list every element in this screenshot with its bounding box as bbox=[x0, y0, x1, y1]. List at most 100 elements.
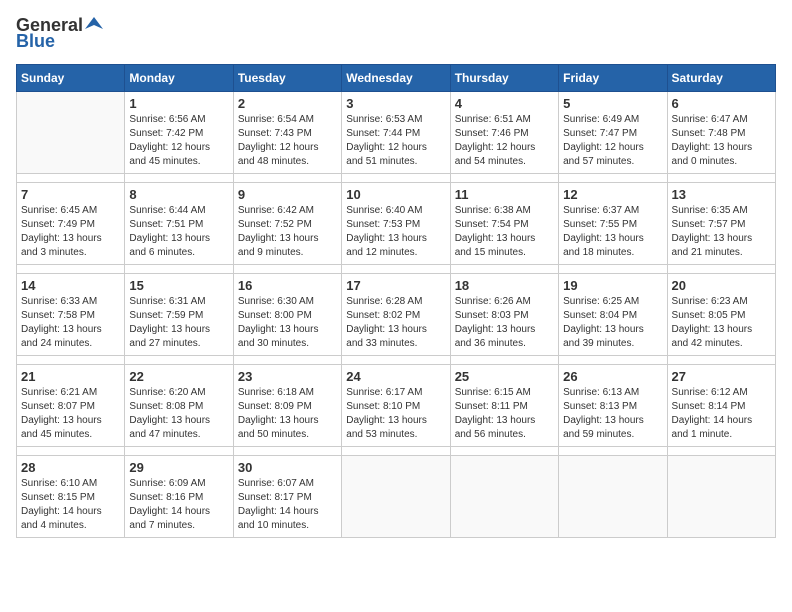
calendar-cell: 25 Sunrise: 6:15 AM Sunset: 8:11 PM Dayli… bbox=[450, 364, 558, 446]
calendar-cell bbox=[342, 455, 450, 537]
calendar-table: SundayMondayTuesdayWednesdayThursdayFrid… bbox=[16, 64, 776, 538]
day-info: Sunrise: 6:40 AM Sunset: 7:53 PM Dayligh… bbox=[346, 204, 445, 260]
day-number: 23 bbox=[238, 369, 337, 384]
calendar-cell: 6 Sunrise: 6:47 AM Sunset: 7:48 PM Daylig… bbox=[667, 91, 775, 173]
header-sunday: Sunday bbox=[17, 64, 125, 91]
day-info: Sunrise: 6:42 AM Sunset: 7:52 PM Dayligh… bbox=[238, 204, 337, 260]
day-info: Sunrise: 6:37 AM Sunset: 7:55 PM Dayligh… bbox=[563, 204, 662, 260]
day-number: 26 bbox=[563, 369, 662, 384]
calendar-week-row: 28Sunrise: 6:10 AM Sunset: 8:15 PM Dayli… bbox=[17, 455, 776, 537]
day-info: Sunrise: 6:44 AM Sunset: 7:51 PM Dayligh… bbox=[129, 204, 228, 260]
header-saturday: Saturday bbox=[667, 64, 775, 91]
day-number: 2 bbox=[238, 96, 337, 111]
calendar-cell: 19Sunrise: 6:25 AM Sunset: 8:04 PM Dayli… bbox=[559, 273, 667, 355]
header-thursday: Thursday bbox=[450, 64, 558, 91]
day-number: 8 bbox=[129, 187, 228, 202]
calendar-cell bbox=[450, 455, 558, 537]
day-info: Sunrise: 6:13 AM Sunset: 8:13 PM Dayligh… bbox=[563, 386, 662, 442]
calendar-cell: 13Sunrise: 6:35 AM Sunset: 7:57 PM Dayli… bbox=[667, 182, 775, 264]
day-number: 17 bbox=[346, 278, 445, 293]
day-number: 27 bbox=[672, 369, 771, 384]
header-friday: Friday bbox=[559, 64, 667, 91]
row-separator bbox=[17, 264, 776, 273]
calendar-cell: 29 Sunrise: 6:09 AM Sunset: 8:16 PM Dayli… bbox=[125, 455, 233, 537]
day-number: 6 bbox=[672, 96, 771, 111]
calendar-cell: 18 Sunrise: 6:26 AM Sunset: 8:03 PM Dayli… bbox=[450, 273, 558, 355]
logo: General Blue bbox=[16, 16, 103, 52]
calendar-cell bbox=[667, 455, 775, 537]
day-number: 3 bbox=[346, 96, 445, 111]
calendar-week-row: 1 Sunrise: 6:56 AM Sunset: 7:42 PM Daylig… bbox=[17, 91, 776, 173]
day-number: 29 bbox=[129, 460, 228, 475]
day-number: 21 bbox=[21, 369, 120, 384]
calendar-cell: 3Sunrise: 6:53 AM Sunset: 7:44 PM Daylig… bbox=[342, 91, 450, 173]
day-number: 13 bbox=[672, 187, 771, 202]
day-info: Sunrise: 6:12 AM Sunset: 8:14 PM Dayligh… bbox=[672, 386, 771, 442]
calendar-week-row: 14Sunrise: 6:33 AM Sunset: 7:58 PM Dayli… bbox=[17, 273, 776, 355]
calendar-week-row: 21 Sunrise: 6:21 AM Sunset: 8:07 PM Dayli… bbox=[17, 364, 776, 446]
calendar-cell: 28Sunrise: 6:10 AM Sunset: 8:15 PM Dayli… bbox=[17, 455, 125, 537]
calendar-cell: 1 Sunrise: 6:56 AM Sunset: 7:42 PM Daylig… bbox=[125, 91, 233, 173]
calendar-cell bbox=[559, 455, 667, 537]
day-info: Sunrise: 6:07 AM Sunset: 8:17 PM Dayligh… bbox=[238, 477, 337, 533]
day-number: 15 bbox=[129, 278, 228, 293]
day-info: Sunrise: 6:51 AM Sunset: 7:46 PM Dayligh… bbox=[455, 113, 554, 169]
day-number: 25 bbox=[455, 369, 554, 384]
day-number: 24 bbox=[346, 369, 445, 384]
calendar-cell: 2 Sunrise: 6:54 AM Sunset: 7:43 PM Daylig… bbox=[233, 91, 341, 173]
day-info: Sunrise: 6:15 AM Sunset: 8:11 PM Dayligh… bbox=[455, 386, 554, 442]
calendar-cell bbox=[17, 91, 125, 173]
calendar-cell: 10 Sunrise: 6:40 AM Sunset: 7:53 PM Dayli… bbox=[342, 182, 450, 264]
header-wednesday: Wednesday bbox=[342, 64, 450, 91]
calendar-cell: 20 Sunrise: 6:23 AM Sunset: 8:05 PM Dayli… bbox=[667, 273, 775, 355]
calendar-week-row: 7Sunrise: 6:45 AM Sunset: 7:49 PM Daylig… bbox=[17, 182, 776, 264]
day-info: Sunrise: 6:30 AM Sunset: 8:00 PM Dayligh… bbox=[238, 295, 337, 351]
day-info: Sunrise: 6:33 AM Sunset: 7:58 PM Dayligh… bbox=[21, 295, 120, 351]
calendar-cell: 7Sunrise: 6:45 AM Sunset: 7:49 PM Daylig… bbox=[17, 182, 125, 264]
day-info: Sunrise: 6:23 AM Sunset: 8:05 PM Dayligh… bbox=[672, 295, 771, 351]
logo-bird-icon bbox=[85, 15, 103, 33]
calendar-cell: 24 Sunrise: 6:17 AM Sunset: 8:10 PM Dayli… bbox=[342, 364, 450, 446]
day-info: Sunrise: 6:54 AM Sunset: 7:43 PM Dayligh… bbox=[238, 113, 337, 169]
day-info: Sunrise: 6:20 AM Sunset: 8:08 PM Dayligh… bbox=[129, 386, 228, 442]
logo-blue-text: Blue bbox=[16, 32, 103, 52]
day-info: Sunrise: 6:45 AM Sunset: 7:49 PM Dayligh… bbox=[21, 204, 120, 260]
day-info: Sunrise: 6:09 AM Sunset: 8:16 PM Dayligh… bbox=[129, 477, 228, 533]
calendar-cell: 21 Sunrise: 6:21 AM Sunset: 8:07 PM Dayli… bbox=[17, 364, 125, 446]
day-info: Sunrise: 6:26 AM Sunset: 8:03 PM Dayligh… bbox=[455, 295, 554, 351]
header-tuesday: Tuesday bbox=[233, 64, 341, 91]
calendar-cell: 11 Sunrise: 6:38 AM Sunset: 7:54 PM Dayli… bbox=[450, 182, 558, 264]
calendar-cell: 23 Sunrise: 6:18 AM Sunset: 8:09 PM Dayli… bbox=[233, 364, 341, 446]
day-info: Sunrise: 6:47 AM Sunset: 7:48 PM Dayligh… bbox=[672, 113, 771, 169]
day-number: 18 bbox=[455, 278, 554, 293]
calendar-cell: 9 Sunrise: 6:42 AM Sunset: 7:52 PM Daylig… bbox=[233, 182, 341, 264]
calendar-cell: 26 Sunrise: 6:13 AM Sunset: 8:13 PM Dayli… bbox=[559, 364, 667, 446]
day-number: 4 bbox=[455, 96, 554, 111]
calendar-cell: 12 Sunrise: 6:37 AM Sunset: 7:55 PM Dayli… bbox=[559, 182, 667, 264]
day-number: 28 bbox=[21, 460, 120, 475]
day-number: 16 bbox=[238, 278, 337, 293]
calendar-cell: 22Sunrise: 6:20 AM Sunset: 8:08 PM Dayli… bbox=[125, 364, 233, 446]
day-number: 20 bbox=[672, 278, 771, 293]
calendar-cell: 5Sunrise: 6:49 AM Sunset: 7:47 PM Daylig… bbox=[559, 91, 667, 173]
calendar-cell: 14Sunrise: 6:33 AM Sunset: 7:58 PM Dayli… bbox=[17, 273, 125, 355]
day-info: Sunrise: 6:56 AM Sunset: 7:42 PM Dayligh… bbox=[129, 113, 228, 169]
day-number: 10 bbox=[346, 187, 445, 202]
row-separator bbox=[17, 355, 776, 364]
day-number: 11 bbox=[455, 187, 554, 202]
day-info: Sunrise: 6:25 AM Sunset: 8:04 PM Dayligh… bbox=[563, 295, 662, 351]
day-info: Sunrise: 6:18 AM Sunset: 8:09 PM Dayligh… bbox=[238, 386, 337, 442]
calendar-cell: 16 Sunrise: 6:30 AM Sunset: 8:00 PM Dayli… bbox=[233, 273, 341, 355]
row-separator bbox=[17, 173, 776, 182]
day-number: 1 bbox=[129, 96, 228, 111]
calendar-cell: 17 Sunrise: 6:28 AM Sunset: 8:02 PM Dayli… bbox=[342, 273, 450, 355]
day-number: 12 bbox=[563, 187, 662, 202]
page-header: General Blue bbox=[16, 16, 776, 52]
day-info: Sunrise: 6:21 AM Sunset: 8:07 PM Dayligh… bbox=[21, 386, 120, 442]
day-info: Sunrise: 6:28 AM Sunset: 8:02 PM Dayligh… bbox=[346, 295, 445, 351]
day-info: Sunrise: 6:38 AM Sunset: 7:54 PM Dayligh… bbox=[455, 204, 554, 260]
day-info: Sunrise: 6:17 AM Sunset: 8:10 PM Dayligh… bbox=[346, 386, 445, 442]
day-number: 9 bbox=[238, 187, 337, 202]
calendar-cell: 8 Sunrise: 6:44 AM Sunset: 7:51 PM Daylig… bbox=[125, 182, 233, 264]
calendar-header-row: SundayMondayTuesdayWednesdayThursdayFrid… bbox=[17, 64, 776, 91]
